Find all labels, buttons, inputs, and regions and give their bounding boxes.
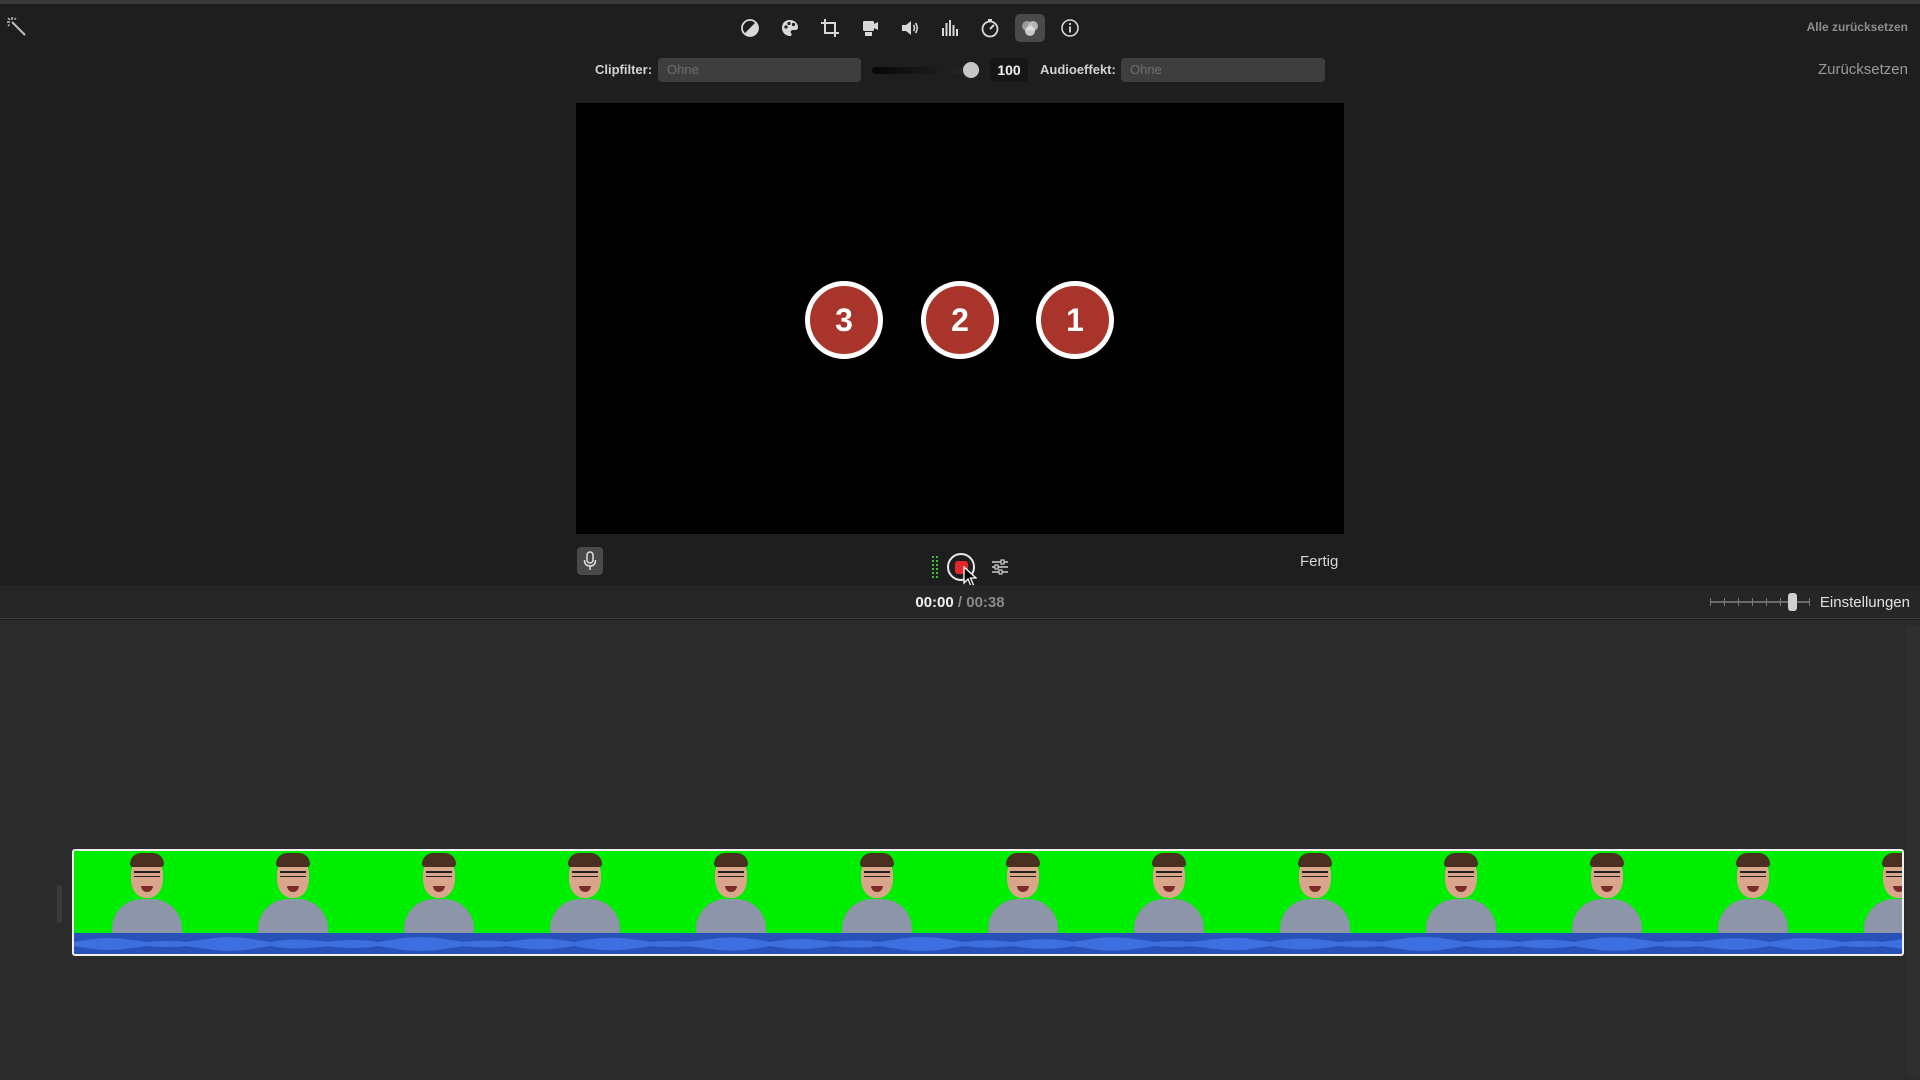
volume-value-field[interactable]: 100	[990, 58, 1028, 82]
clip-filter-button[interactable]	[1015, 14, 1045, 42]
clip-thumbnail-strip	[74, 851, 1902, 935]
video-viewer[interactable]: 3 2 1	[576, 103, 1344, 534]
clip-filter-label: Clipfilter:	[595, 62, 653, 77]
info-icon	[1061, 19, 1079, 37]
done-button[interactable]: Fertig	[1300, 553, 1338, 570]
video-clip[interactable]	[72, 849, 1904, 956]
zoom-slider-knob[interactable]	[1788, 593, 1797, 611]
clip-thumbnail	[1242, 851, 1388, 935]
noise-reduction-equalizer-icon	[942, 20, 958, 36]
countdown-2: 2	[921, 281, 999, 359]
color-correction-button[interactable]	[775, 14, 805, 42]
time-bar: 00:00 / 00:38 Einstellungen	[0, 585, 1920, 619]
stabilization-icon	[863, 21, 878, 36]
voiceover-mic-button[interactable]	[577, 547, 603, 575]
voiceover-options-icon[interactable]	[990, 557, 1010, 577]
clip-thumbnail	[804, 851, 950, 935]
audio-effect-label: Audioeffekt:	[1040, 62, 1116, 77]
countdown-1: 1	[1036, 281, 1114, 359]
timeline-scrollbar[interactable]	[1906, 626, 1920, 1076]
speed-button[interactable]	[975, 14, 1005, 42]
magic-wand-icon[interactable]	[6, 16, 28, 38]
clip-thumbnail	[366, 851, 512, 935]
settings-button[interactable]: Einstellungen	[1820, 594, 1910, 611]
info-button[interactable]	[1055, 14, 1085, 42]
viewer-area: Alle zurücksetzen Clipfilter: Ohne 100 A…	[0, 0, 1920, 587]
clip-filter-audio-effects-icon	[1022, 21, 1038, 36]
color-balance-button[interactable]	[735, 14, 765, 42]
clip-trim-handle[interactable]	[57, 885, 62, 923]
timeline-zoom-slider[interactable]	[1710, 593, 1810, 611]
volume-slider-knob[interactable]	[963, 62, 980, 78]
clip-filter-select[interactable]: Ohne	[658, 58, 861, 82]
clip-thumbnail	[1826, 851, 1902, 935]
reset-all-button[interactable]: Alle zurücksetzen	[1807, 20, 1908, 34]
filter-row: Clipfilter: Ohne 100 Audioeffekt: Ohne Z…	[0, 58, 1920, 82]
clip-thumbnail	[74, 851, 220, 935]
audio-level-meter	[932, 556, 938, 578]
crop-icon	[821, 19, 839, 37]
speed-icon	[981, 19, 999, 38]
timeline[interactable]	[0, 620, 1920, 1080]
clip-thumbnail	[1680, 851, 1826, 935]
audio-effect-select[interactable]: Ohne	[1121, 58, 1325, 82]
volume-icon	[902, 21, 919, 35]
audio-waveform	[74, 933, 1902, 954]
color-balance-icon	[741, 19, 759, 37]
current-time: 00:00	[915, 594, 954, 611]
clip-thumbnail	[658, 851, 804, 935]
clip-thumbnail	[1534, 851, 1680, 935]
reset-button[interactable]: Zurücksetzen	[1818, 61, 1908, 78]
waveform-path	[74, 937, 1902, 951]
equalizer-button[interactable]	[935, 14, 965, 42]
timecode: 00:00 / 00:38	[0, 594, 1920, 611]
clip-thumbnail	[512, 851, 658, 935]
adjustments-toolbar	[735, 14, 1085, 42]
clip-thumbnail	[950, 851, 1096, 935]
volume-button[interactable]	[895, 14, 925, 42]
stabilization-button[interactable]	[855, 14, 885, 42]
clip-thumbnail	[1096, 851, 1242, 935]
total-duration: 00:38	[966, 594, 1005, 611]
color-correction-icon	[782, 20, 798, 36]
microphone-icon	[583, 551, 597, 570]
countdown-3: 3	[805, 281, 883, 359]
time-separator: /	[957, 594, 963, 611]
clip-thumbnail	[1388, 851, 1534, 935]
clip-thumbnail	[220, 851, 366, 935]
crop-button[interactable]	[815, 14, 845, 42]
volume-slider[interactable]	[872, 61, 980, 79]
